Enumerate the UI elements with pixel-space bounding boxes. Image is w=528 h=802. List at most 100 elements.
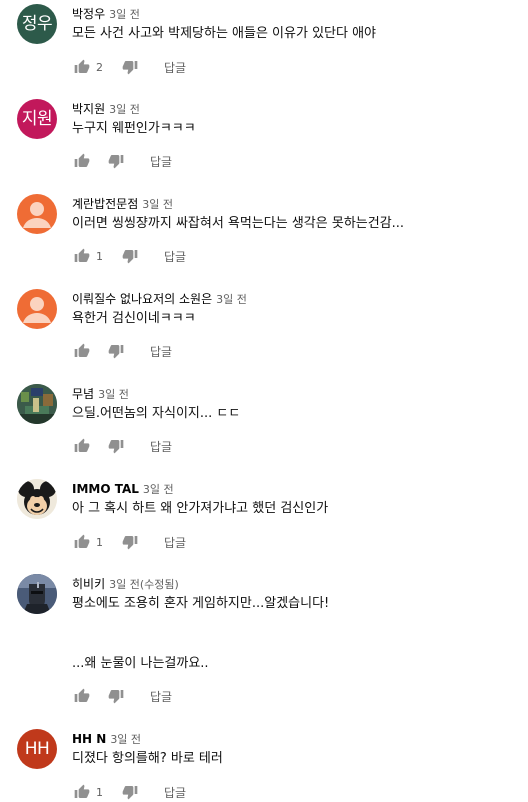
thumbs-up-icon <box>74 534 90 548</box>
like-button[interactable] <box>72 686 92 706</box>
reply-button[interactable]: 답글 <box>164 534 186 551</box>
reply-button[interactable]: 답글 <box>150 438 172 455</box>
comment-header: 무념 3일 전 <box>72 384 129 402</box>
comment-actions: 1 답글 <box>72 246 186 266</box>
thumbs-down-icon <box>108 155 124 169</box>
like-button[interactable] <box>72 436 92 456</box>
comment-time[interactable]: 3일 전 <box>142 198 173 211</box>
dislike-button[interactable] <box>120 246 140 266</box>
comment-time[interactable]: 3일 전 <box>109 8 140 21</box>
thumbs-up-icon <box>74 248 90 262</box>
thumbs-up-icon <box>74 784 90 798</box>
reply-button[interactable]: 답글 <box>164 248 186 265</box>
comment-author[interactable]: 이뤄질수 없나요저의 소원은 <box>72 292 212 306</box>
like-button[interactable] <box>72 341 92 361</box>
comment-author[interactable]: 무념 <box>72 387 94 401</box>
reply-button[interactable]: 답글 <box>164 59 186 76</box>
comment-text: 아 그 혹시 하트 왜 안가져가냐고 했던 검신인가 <box>72 501 329 516</box>
thumbs-down-icon <box>122 786 138 800</box>
dislike-button[interactable] <box>120 782 140 802</box>
comment-text: 평소에도 조용히 혼자 게임하지만...알겠습니다! <box>72 596 330 611</box>
comment-text: 누구지 웨펀인가ㅋㅋㅋ <box>72 121 196 136</box>
dislike-button[interactable] <box>106 436 126 456</box>
thumbs-down-icon <box>122 250 138 264</box>
avatar[interactable] <box>17 194 57 234</box>
like-button[interactable] <box>72 57 92 77</box>
dislike-button[interactable] <box>106 341 126 361</box>
avatar[interactable]: HH <box>17 729 57 769</box>
comment-actions: 답글 <box>72 436 172 456</box>
thumbs-down-icon <box>108 440 124 454</box>
mickey-avatar-image <box>17 479 57 519</box>
avatar[interactable] <box>17 479 57 519</box>
comment-header: 히비키 3일 전(수정됨) <box>72 574 179 592</box>
comment-header: 박지원 3일 전 <box>72 99 140 117</box>
comment-actions: 답글 <box>72 341 172 361</box>
dislike-button[interactable] <box>120 57 140 77</box>
game-avatar-image <box>17 384 57 424</box>
thumbs-up-icon <box>74 59 90 73</box>
comment-actions: 1 답글 <box>72 532 186 552</box>
avatar-initials: HH <box>24 738 50 759</box>
like-count: 2 <box>96 60 103 74</box>
default-user-icon <box>23 202 51 228</box>
comment-header: 이뤄질수 없나요저의 소원은 3일 전 <box>72 289 247 307</box>
comment-time[interactable]: 3일 전 <box>110 733 141 746</box>
comment-time[interactable]: 3일 전 <box>143 483 174 496</box>
thumbs-down-icon <box>122 61 138 75</box>
like-count: 1 <box>96 785 103 799</box>
thumbs-down-icon <box>122 536 138 550</box>
dislike-button[interactable] <box>106 151 126 171</box>
comment-author[interactable]: HH N <box>72 732 106 746</box>
comment-actions: 2 답글 <box>72 57 186 77</box>
comment-actions: 답글 <box>72 151 172 171</box>
comment-header: HH N 3일 전 <box>72 729 141 747</box>
comment-author[interactable]: 박정우 <box>72 7 105 21</box>
comment-actions: 답글 <box>72 686 172 706</box>
avatar[interactable] <box>17 574 57 614</box>
thumbs-down-icon <box>108 690 124 704</box>
thumbs-up-icon <box>74 343 90 357</box>
comment-text: 이러면 씽씽쟝까지 싸잡혀서 욕먹는다는 생각은 못하는건감... <box>72 216 405 231</box>
comment-actions: 1 답글 <box>72 782 186 802</box>
avatar[interactable]: 정우 <box>17 4 57 44</box>
thumbs-up-icon <box>74 153 90 167</box>
knight-avatar-image <box>17 574 57 614</box>
reply-button[interactable]: 답글 <box>150 153 172 170</box>
comment-text: 디졌다 항의를해? 바로 테러 <box>72 751 223 766</box>
reply-button[interactable]: 답글 <box>164 784 186 801</box>
dislike-button[interactable] <box>120 532 140 552</box>
like-button[interactable] <box>72 246 92 266</box>
dislike-button[interactable] <box>106 686 126 706</box>
avatar-initials: 지원 <box>21 108 53 129</box>
like-count: 1 <box>96 535 103 549</box>
comment-author[interactable]: IMMO TAL <box>72 482 139 496</box>
comment-header: 계란밥전문점 3일 전 <box>72 194 173 212</box>
comment-text: 으딜.어떤놈의 자식이지... ㄷㄷ <box>72 406 241 421</box>
like-count: 1 <box>96 249 103 263</box>
default-user-icon <box>23 297 51 323</box>
thumbs-down-icon <box>108 345 124 359</box>
reply-button[interactable]: 답글 <box>150 343 172 360</box>
comment-text: 모든 사건 사고와 박제당하는 애들은 이유가 있단다 애야 <box>72 26 377 41</box>
comment-author[interactable]: 히비키 <box>72 577 105 591</box>
like-button[interactable] <box>72 532 92 552</box>
comment-author[interactable]: 박지원 <box>72 102 105 116</box>
comment-time[interactable]: 3일 전 <box>216 293 247 306</box>
comment-text-line: ...왜 눈물이 나는걸까요.. <box>72 656 209 671</box>
avatar[interactable] <box>17 289 57 329</box>
thumbs-up-icon <box>74 438 90 452</box>
reply-button[interactable]: 답글 <box>150 688 172 705</box>
comment-header: IMMO TAL 3일 전 <box>72 479 174 497</box>
avatar[interactable]: 지원 <box>17 99 57 139</box>
comment-time[interactable]: 3일 전 <box>98 388 129 401</box>
avatar-initials: 정우 <box>21 13 53 34</box>
comment-text: 욕한거 검신이네ㅋㅋㅋ <box>72 311 196 326</box>
avatar[interactable] <box>17 384 57 424</box>
like-button[interactable] <box>72 782 92 802</box>
like-button[interactable] <box>72 151 92 171</box>
comment-time[interactable]: 3일 전 <box>109 103 140 116</box>
comment-author[interactable]: 계란밥전문점 <box>72 197 138 211</box>
comment-header: 박정우 3일 전 <box>72 4 140 22</box>
comment-time[interactable]: 3일 전(수정됨) <box>109 578 179 591</box>
